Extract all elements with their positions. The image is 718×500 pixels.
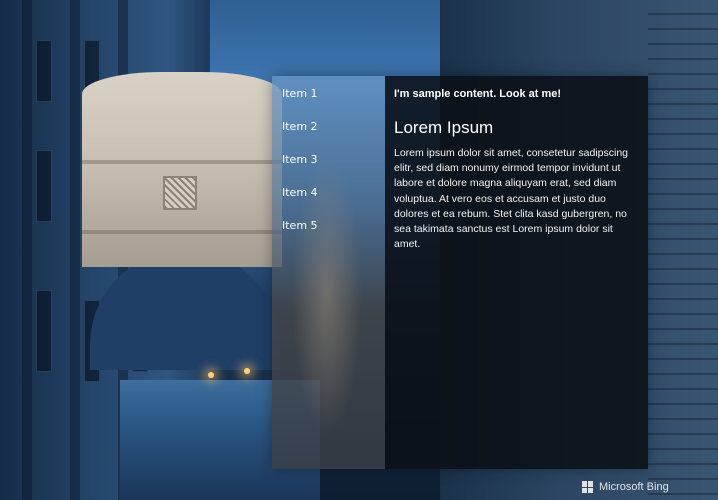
nav-item-4[interactable]: Item 4 [272, 184, 385, 217]
bing-watermark: Microsoft Bing [582, 481, 669, 493]
nav-item-2[interactable]: Item 2 [272, 118, 385, 151]
street-lamp [208, 372, 214, 378]
content-body-text: Lorem ipsum dolor sit amet, consetetur s… [394, 147, 629, 251]
nav-item-1[interactable]: Item 1 [272, 85, 385, 118]
windows-logo-icon [582, 481, 594, 493]
acrylic-app-window: Item 1 Item 2 Item 3 Item 4 Item 5 I'm s… [272, 76, 648, 469]
navigation-pane: Item 1 Item 2 Item 3 Item 4 Item 5 [272, 76, 385, 469]
content-pane: I'm sample content. Look at me! Lorem Ip… [385, 76, 648, 469]
bridge-band [82, 160, 282, 164]
sample-content-label: I'm sample content. Look at me! [394, 88, 562, 100]
right-building-brick [648, 0, 718, 500]
nav-item-3[interactable]: Item 3 [272, 151, 385, 184]
bridge-band [82, 230, 282, 234]
nav-item-5[interactable]: Item 5 [272, 217, 385, 250]
street-lamp [244, 368, 250, 374]
content-heading: Lorem Ipsum [394, 118, 494, 137]
stone-bridge [82, 72, 282, 267]
navigation-list: Item 1 Item 2 Item 3 Item 4 Item 5 [272, 76, 385, 250]
bridge-grille [163, 176, 197, 210]
watermark-label: Microsoft Bing [599, 481, 669, 493]
